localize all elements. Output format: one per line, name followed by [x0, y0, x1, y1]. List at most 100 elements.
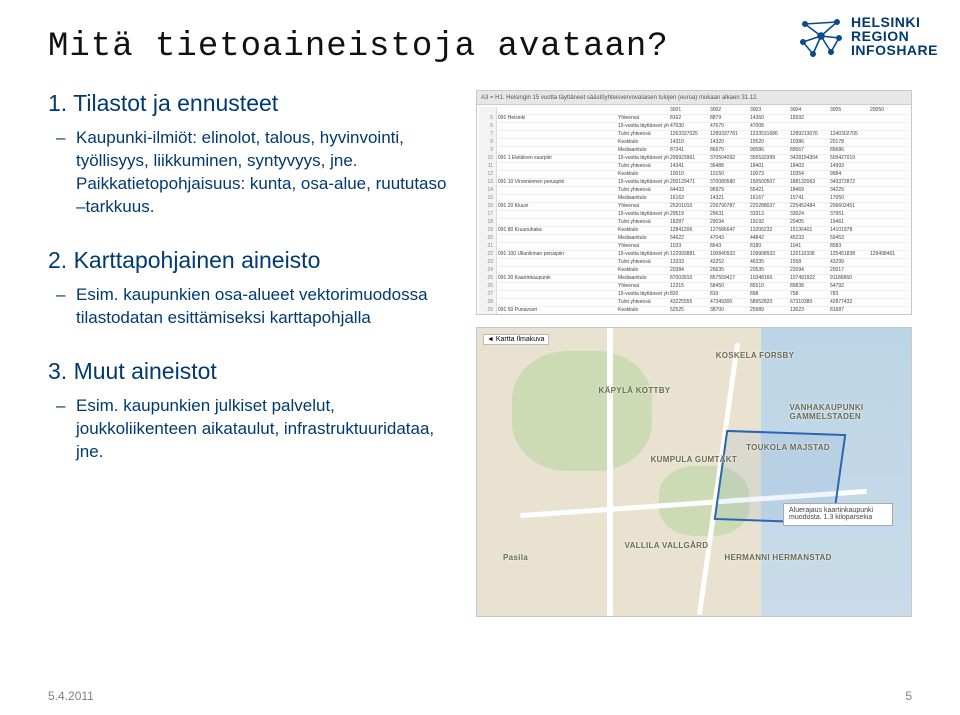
- cell: Tulot yhteensä: [617, 131, 669, 139]
- brand-logo: HELSINKI REGION INFOSHARE: [799, 14, 938, 58]
- slide-title: Mitä tietoaineistoja avataan?: [48, 28, 912, 66]
- cell: [497, 187, 617, 195]
- cell: 091 50 Punavuori: [497, 307, 617, 315]
- cell: 90586: [749, 147, 789, 155]
- cell: 89567: [789, 147, 829, 155]
- cell: 22094: [789, 267, 829, 275]
- cell: 17050: [829, 195, 869, 203]
- map-park: [512, 351, 652, 471]
- section-1-title: Tilastot ja ennusteet: [73, 90, 278, 116]
- cell: [869, 123, 909, 131]
- cell: 25: [479, 275, 497, 283]
- logo-mark-icon: [799, 14, 843, 58]
- cell: 52525: [669, 307, 709, 315]
- bullet: Esim. kaupunkien osa-alueet vektorimuodo…: [52, 284, 458, 330]
- cell: 1233531686: [749, 131, 789, 139]
- cell: 20050: [869, 107, 909, 115]
- cell: 10010: [669, 171, 709, 179]
- cell: 857559417: [709, 275, 749, 283]
- cell: [497, 107, 617, 115]
- cell: 89686: [829, 147, 869, 155]
- cell: 8583: [829, 243, 869, 251]
- cell: 200129471: [669, 179, 709, 187]
- cell: [869, 163, 909, 171]
- section-1-bullets: Kaupunki-ilmiöt: elinolot, talous, hyvin…: [48, 127, 458, 219]
- cell: 34229: [829, 187, 869, 195]
- cell: 783: [829, 291, 869, 299]
- cell: 18403: [789, 163, 829, 171]
- cell: [869, 307, 909, 315]
- logo-line-2: REGION: [851, 29, 938, 43]
- section-3-title: Muut aineistot: [74, 358, 217, 384]
- cell: 15-vuotta täyttäneet yhteensä: [617, 291, 669, 299]
- cell: [497, 163, 617, 171]
- cell: [869, 267, 909, 275]
- cell: 120110338: [789, 251, 829, 259]
- section-3-bullets: Esim. kaupunkien julkiset palvelut, jouk…: [48, 395, 458, 464]
- cell: 8: [479, 139, 497, 147]
- spreadsheet-header: A3 = H1. Helsingin 15 vuotta täyttäneet …: [477, 91, 911, 105]
- cell: 15-vuotta täyttäneet yhteensä: [617, 211, 669, 219]
- cell: [869, 235, 909, 243]
- cell: 355533399: [749, 155, 789, 163]
- cell: [869, 227, 909, 235]
- cell: [497, 291, 617, 299]
- spreadsheet-thumbnail: A3 = H1. Helsingin 15 vuotta täyttäneet …: [476, 90, 912, 315]
- bullet: Esim. kaupunkien julkiset palvelut, jouk…: [52, 395, 458, 464]
- cell: 47349300: [709, 299, 749, 307]
- cell: 370504092: [709, 155, 749, 163]
- cell: [497, 299, 617, 307]
- cell: 14: [479, 187, 497, 195]
- cell: 14310: [669, 139, 709, 147]
- figures-column: A3 = H1. Helsingin 15 vuotta täyttäneet …: [476, 90, 912, 617]
- cell: 1289213076: [789, 131, 829, 139]
- cell: 3002: [709, 107, 749, 115]
- cell: [869, 203, 909, 211]
- cell: 9: [479, 147, 497, 155]
- cell: [869, 211, 909, 219]
- cell: 87003910: [669, 275, 709, 283]
- cell: 12: [479, 171, 497, 179]
- cell: [869, 283, 909, 291]
- cell: 42252: [709, 259, 749, 267]
- cell: [869, 131, 909, 139]
- cell: Keskitulo: [617, 227, 669, 235]
- section-3: 3. Muut aineistot Esim. kaupunkien julki…: [48, 358, 458, 464]
- cell: 3428154304: [789, 155, 829, 163]
- cell: [497, 123, 617, 131]
- cell: Mediaanitulo: [617, 235, 669, 243]
- map-layer-control: ◄ Kartta Ilmakuva: [483, 334, 549, 345]
- cell: 29: [479, 307, 497, 315]
- cell: 898: [749, 291, 789, 299]
- cell: 54622: [669, 235, 709, 243]
- cell: [789, 123, 829, 131]
- map-district-label: TOUKOLA MAJSTAD: [746, 443, 830, 452]
- section-2-title: Karttapohjainen aineisto: [74, 247, 321, 273]
- cell: 89838: [789, 283, 829, 291]
- cell: [869, 139, 909, 147]
- cell: 37951: [829, 211, 869, 219]
- cell: [869, 195, 909, 203]
- cell: 38700: [709, 307, 749, 315]
- spreadsheet-grid: 30013002300330043005200505091 HelsinkiYh…: [477, 105, 911, 315]
- cell: 29034: [709, 219, 749, 227]
- cell: 24: [479, 267, 497, 275]
- cell: 12315: [669, 283, 709, 291]
- cell: 18287: [669, 219, 709, 227]
- section-2-bullets: Esim. kaupunkien osa-alueet vektorimuodo…: [48, 284, 458, 330]
- cell: 091 10 Vironniemen peruspiiri: [497, 179, 617, 187]
- section-1: 1. Tilastot ja ennusteet Kaupunki-ilmiöt…: [48, 90, 458, 219]
- slide-footer: 5.4.2011 5: [48, 689, 912, 703]
- cell: 21: [479, 243, 497, 251]
- cell: 16592: [789, 115, 829, 123]
- cell: 8162: [669, 115, 709, 123]
- cell: 8643: [709, 243, 749, 251]
- cell: 26635: [709, 267, 749, 275]
- cell: 810: [709, 291, 749, 299]
- footer-date: 5.4.2011: [48, 689, 94, 703]
- cell: Tulot yhteensä: [617, 187, 669, 195]
- cell: 1289337781: [709, 131, 749, 139]
- cell: 13206232: [749, 227, 789, 235]
- cell: [869, 275, 909, 283]
- cell: 18: [479, 219, 497, 227]
